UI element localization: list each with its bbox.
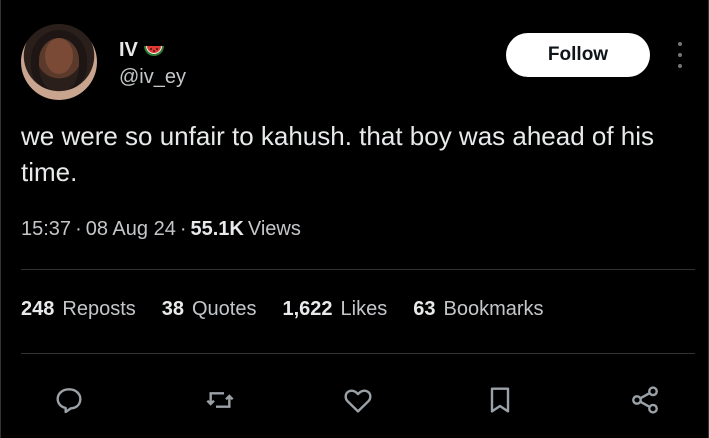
share-button[interactable] — [625, 378, 665, 422]
stat-label: Quotes — [192, 298, 257, 320]
views-count: 55.1K — [190, 218, 244, 240]
stat-bookmarks[interactable]: 63 Bookmarks — [413, 298, 543, 321]
stat-likes[interactable]: 1,622 Likes — [282, 298, 387, 321]
stat-reposts[interactable]: 248 Reposts — [21, 298, 136, 321]
avatar-face — [45, 38, 73, 74]
tweet-card: IV @iv_ey Follow we were so unfair to ka… — [0, 0, 709, 438]
tweet-time[interactable]: 15:37 — [21, 218, 71, 241]
repost-icon — [206, 392, 234, 408]
more-options-icon[interactable] — [671, 40, 689, 70]
stat-label: Bookmarks — [443, 298, 544, 320]
stat-number: 1,622 — [282, 298, 333, 320]
meta-separator: · — [179, 218, 187, 240]
divider — [21, 353, 695, 354]
reply-icon — [56, 388, 82, 414]
like-button[interactable] — [338, 378, 378, 422]
display-name-row[interactable]: IV — [119, 38, 166, 62]
tweet-meta: 15:37 · 08 Aug 24 · 55.1K Views — [21, 218, 301, 241]
stat-label: Likes — [340, 298, 388, 320]
stat-number: 248 — [21, 298, 55, 320]
display-name[interactable]: IV — [119, 39, 138, 62]
avatar[interactable] — [21, 24, 97, 100]
watermelon-icon — [142, 38, 166, 62]
stat-quotes[interactable]: 38 Quotes — [162, 298, 257, 321]
views-label: Views — [247, 218, 301, 240]
like-icon — [344, 389, 372, 413]
stat-number: 38 — [161, 298, 184, 320]
bookmark-icon — [490, 387, 510, 413]
repost-button[interactable] — [200, 378, 240, 422]
stat-number: 63 — [413, 298, 436, 320]
tweet-text: we were so unfair to kahush. that boy wa… — [21, 121, 655, 187]
meta-separator: · — [75, 218, 82, 240]
tweet-date[interactable]: 08 Aug 24 — [86, 218, 176, 241]
stat-label: Reposts — [62, 298, 136, 320]
handle[interactable]: @iv_ey — [119, 66, 186, 89]
divider — [21, 269, 695, 270]
share-icon — [632, 386, 658, 414]
bookmark-button[interactable] — [480, 378, 520, 422]
follow-button[interactable]: Follow — [506, 33, 650, 77]
action-bar — [21, 378, 695, 422]
engagement-stats: 248 Reposts 38 Quotes 1,622 Likes 63 Boo… — [21, 298, 544, 321]
reply-button[interactable] — [49, 378, 89, 422]
